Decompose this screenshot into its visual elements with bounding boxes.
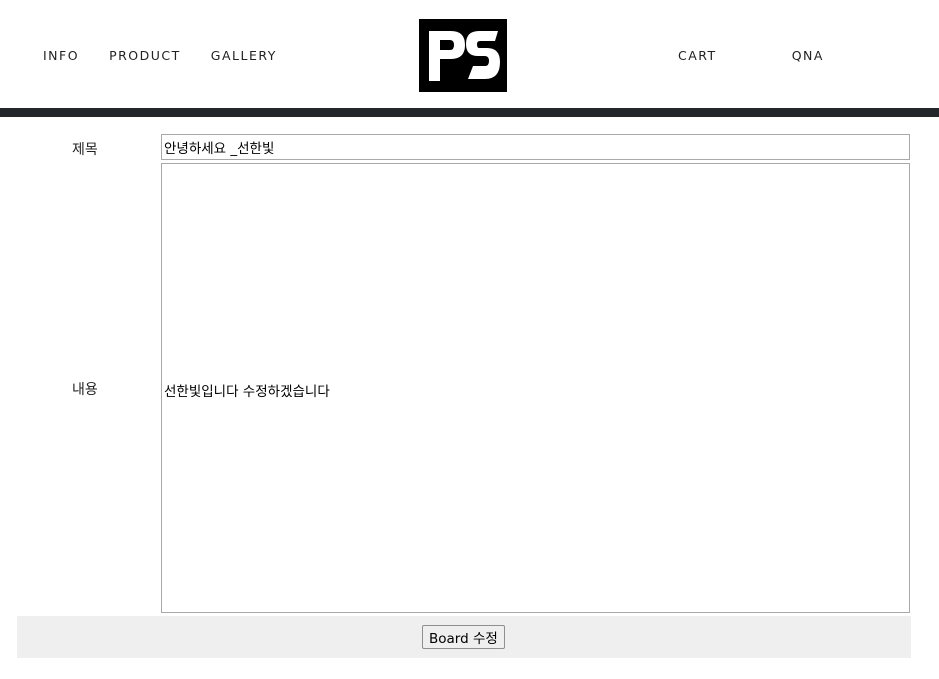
content-text: 선한빛입니다 수정하겠습니다 (164, 384, 330, 400)
board-update-button[interactable]: Board 수정 (422, 625, 505, 649)
content-label: 내용 (72, 382, 98, 398)
nav-qna-link[interactable]: QNA (792, 48, 824, 63)
content-textarea[interactable]: 선한빛입니다 수정하겠습니다 (161, 163, 910, 613)
nav-gallery-link[interactable]: GALLERY (211, 48, 277, 63)
site-header: INFO PRODUCT GALLERY CART QNA (0, 0, 939, 117)
title-input[interactable] (161, 134, 910, 160)
form-actions: Board 수정 (17, 616, 911, 658)
header-divider (0, 108, 939, 117)
ps-logo-icon (429, 31, 500, 81)
nav-product-link[interactable]: PRODUCT (109, 48, 181, 63)
nav-cart-link[interactable]: CART (678, 48, 717, 63)
ps-logo[interactable] (419, 19, 507, 92)
title-label: 제목 (72, 142, 98, 158)
nav-right: CART QNA (678, 48, 824, 63)
nav-left: INFO PRODUCT GALLERY (43, 48, 307, 63)
nav-info-link[interactable]: INFO (43, 48, 79, 63)
